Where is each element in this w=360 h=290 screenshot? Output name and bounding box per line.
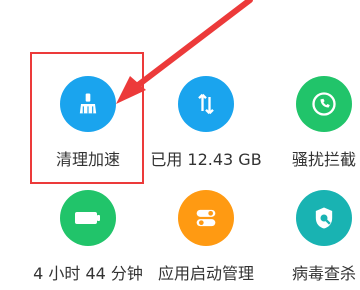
battery-icon — [60, 190, 116, 246]
tile-label: 已用 12.43 GB — [150, 150, 262, 169]
broom-icon — [60, 76, 116, 132]
tile-app-launch-manager[interactable]: 应用启动管理 — [146, 170, 266, 290]
tile-label: 骚扰拦截 — [291, 150, 356, 169]
tile-label: 清理加速 — [55, 150, 120, 169]
shield-search-icon — [296, 190, 352, 246]
phone-block-icon — [296, 76, 352, 132]
tile-storage-used[interactable]: 已用 12.43 GB — [146, 56, 266, 176]
tile-battery[interactable]: 4 小时 44 分钟 — [28, 170, 148, 290]
tile-clean-speedup[interactable]: 清理加速 — [28, 56, 148, 176]
tile-label: 应用启动管理 — [157, 264, 254, 283]
toggle-icon — [178, 190, 234, 246]
tile-virus-scan[interactable]: 病毒查杀 — [264, 170, 360, 290]
tile-label: 病毒查杀 — [291, 264, 356, 283]
tile-harassment-block[interactable]: 骚扰拦截 — [264, 56, 360, 176]
swap-arrows-icon — [178, 76, 234, 132]
tile-label: 4 小时 44 分钟 — [33, 264, 143, 283]
